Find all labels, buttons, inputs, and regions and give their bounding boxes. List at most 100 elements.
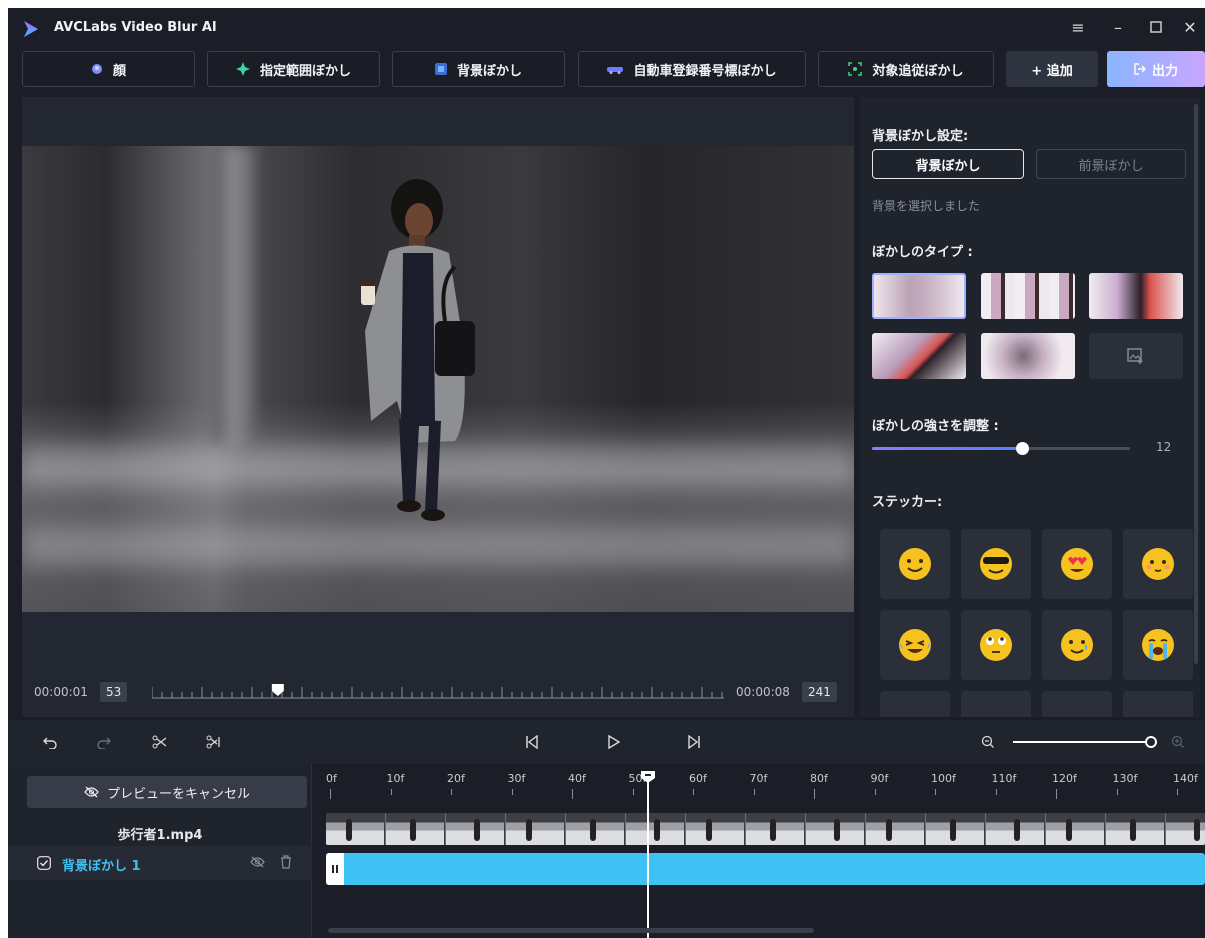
track-list: プレビューをキャンセル 歩行者1.mp4 背景ぼかし 1 [8,764,312,938]
blur-type-pixel[interactable] [1089,273,1183,319]
blur-strength-slider[interactable] [872,442,1130,455]
teary-smile-icon [1061,629,1093,661]
blur-layer-row[interactable]: 背景ぼかし 1 [8,846,312,880]
ruler-tick [330,789,331,799]
zoom-out-icon[interactable] [978,732,998,752]
video-filmstrip[interactable] [326,813,1205,845]
filmstrip-frame [926,813,985,845]
sticker-heart-eyes[interactable] [1042,529,1112,599]
redo-icon[interactable] [94,732,114,752]
sticker-crying[interactable] [1123,610,1193,680]
blur-type-gaussian[interactable] [872,273,966,319]
previous-frame-icon[interactable] [522,732,542,752]
settings-scrollbar[interactable] [1194,104,1198,664]
sticker-partial[interactable] [1123,691,1193,717]
sticker-label: ステッカー: [872,495,943,510]
zoom-slider[interactable] [1013,736,1157,748]
filmstrip-frame [866,813,925,845]
layer-visibility-icon[interactable] [250,856,265,868]
ruler-label: 30f [507,772,526,785]
timeline-panel: プレビューをキャンセル 歩行者1.mp4 背景ぼかし 1 0f 10f 20f 30f… [8,720,1205,938]
ruler-tick [451,789,452,795]
filmstrip-frame [746,813,805,845]
sticker-partial[interactable] [961,691,1031,717]
timeline-controls [8,720,1205,764]
layer-checkbox[interactable] [37,856,51,870]
zoom-in-icon[interactable] [1168,732,1188,752]
cancel-preview-label: プレビューをキャンセル [106,786,250,802]
split-icon[interactable] [150,732,170,752]
rolling-eyes-icon [980,629,1012,661]
preview-panel: 00:00:01 53 00:00:08 241 [22,97,854,717]
sticker-blush[interactable] [1123,529,1193,599]
sticker-teary-smile[interactable] [1042,610,1112,680]
ruler-label: 120f [1052,772,1077,785]
add-button[interactable]: + 追加 [1006,51,1098,87]
ruler-label: 0f [326,772,337,785]
menu-icon[interactable]: ≡ [1066,18,1090,38]
play-icon[interactable] [604,732,624,752]
blur-type-noise[interactable] [981,333,1075,379]
preview-scrubber[interactable] [152,684,724,700]
blur-type-custom-image[interactable] [1089,333,1183,379]
sticker-partial[interactable] [880,691,950,717]
sticker-partial[interactable] [1042,691,1112,717]
export-icon [1134,63,1146,75]
clip-handle[interactable] [326,853,344,885]
ruler-label: 140f [1173,772,1198,785]
sticker-rolling-eyes[interactable] [961,610,1031,680]
settings-title: 背景ぼかし設定: [872,129,969,144]
blur-type-mosaic[interactable] [981,273,1075,319]
close-icon[interactable]: ✕ [1178,18,1202,38]
export-button[interactable]: 出力 [1107,51,1205,87]
maximize-icon[interactable] [1144,18,1168,38]
cut-icon[interactable] [204,732,224,752]
playhead[interactable] [641,771,655,938]
license-plate-blur-button[interactable]: 自動車登録番号標ぼかし [578,51,806,87]
next-frame-icon[interactable] [684,732,704,752]
face-blur-label: 顔 [112,63,126,79]
filmstrip-frame [626,813,685,845]
title-bar: AVCLabs Video Blur AI ≡ – ✕ [8,8,1205,48]
undo-icon[interactable] [40,732,60,752]
timeline-scrollbar[interactable] [328,928,814,933]
region-icon [235,62,250,76]
ruler-tick [632,789,634,795]
blur-strength-value: 12 [1156,440,1172,454]
filmstrip-frame [386,813,445,845]
playhead-handle-icon[interactable] [640,770,656,784]
start-timecode: 00:00:01 [34,685,88,699]
end-frame[interactable]: 241 [802,682,837,702]
laughing-tears-icon [899,629,931,661]
background-blur-button[interactable]: 背景ぼかし [392,51,565,87]
region-blur-button[interactable]: 指定範囲ぼかし [207,51,380,87]
ruler-label: 60f [689,772,707,785]
face-blur-button[interactable]: 顔 [22,51,195,87]
filmstrip-frame [326,813,385,845]
ruler-label: 40f [568,772,586,785]
tracking-blur-button[interactable]: 対象追従ぼかし [818,51,994,87]
blur-type-glass[interactable] [872,333,966,379]
minimize-icon[interactable]: – [1106,18,1130,38]
blur-mode-toolbar: 顔 指定範囲ぼかし 背景ぼかし 自動車登録番号標ぼかし 対象追従ぼかし + 追加… [22,51,1205,87]
sticker-laughing-tears[interactable] [880,610,950,680]
delete-layer-icon[interactable] [280,855,292,869]
start-frame[interactable]: 53 [100,682,128,702]
ruler-label: 90f [870,772,889,785]
segment-foreground-button[interactable]: 前景ぼかし [1036,149,1186,179]
sticker-sunglasses[interactable] [961,529,1031,599]
blur-layer-clip[interactable] [326,853,1205,885]
walking-person [361,179,475,521]
zoom-knob[interactable] [1145,736,1157,748]
sticker-smile[interactable] [880,529,950,599]
end-timecode: 00:00:08 [736,685,790,699]
filmstrip-frame [1166,813,1205,845]
video-preview[interactable] [22,146,854,612]
segment-background-button[interactable]: 背景ぼかし [872,149,1024,179]
blur-strength-knob[interactable] [1015,442,1029,455]
ruler-label: 70f [749,772,768,785]
cancel-preview-button[interactable]: プレビューをキャンセル [27,776,307,808]
region-blur-label: 指定範囲ぼかし [259,63,351,79]
timeline-ruler[interactable]: 0f 10f 20f 30f 40f 50f 60f 70f 80f 90f 100f 110f 120… [324,772,1205,802]
sunglasses-icon [980,548,1012,580]
